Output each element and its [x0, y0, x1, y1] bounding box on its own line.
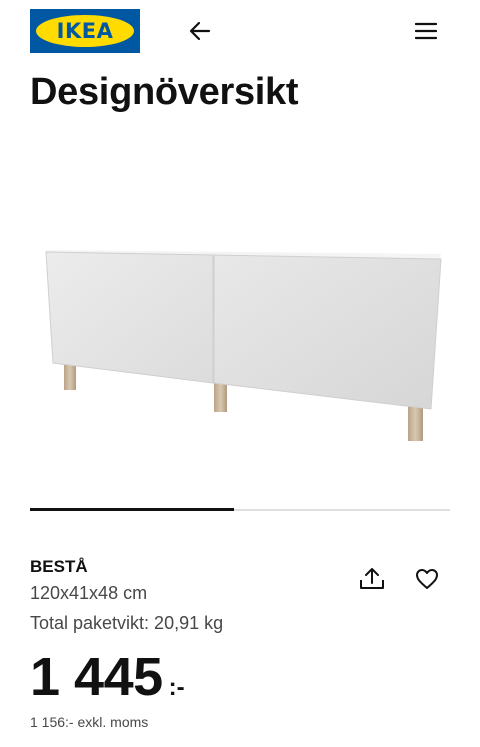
logo-oval: IKEA — [36, 15, 134, 47]
price-integer: 1 445 — [30, 647, 163, 707]
gallery-progress — [30, 508, 450, 511]
price-suffix: :- — [168, 674, 185, 701]
price-ex-vat: 1 156:- exkl. moms — [30, 714, 149, 730]
arrow-left-icon — [189, 21, 211, 41]
sideboard-illustration — [45, 250, 442, 441]
favourite-button[interactable] — [410, 563, 444, 595]
heart-icon — [416, 569, 438, 589]
package-weight: Total paketvikt: 20,91 kg — [30, 613, 224, 633]
back-button[interactable] — [184, 17, 216, 45]
price: 1 445 :- — [30, 644, 185, 710]
menu-button[interactable] — [410, 17, 442, 45]
hamburger-menu-icon — [415, 22, 437, 40]
product-image[interactable] — [0, 130, 480, 500]
share-button[interactable] — [355, 563, 389, 595]
product-name: BESTÅ — [30, 557, 88, 576]
logo-text: IKEA — [56, 19, 114, 43]
ikea-logo[interactable]: IKEA — [30, 9, 140, 53]
product-dimensions: 120x41x48 cm — [30, 583, 148, 603]
page-title: Designöversikt — [30, 71, 299, 113]
share-icon — [360, 568, 384, 589]
gallery-progress-fill — [30, 508, 234, 511]
